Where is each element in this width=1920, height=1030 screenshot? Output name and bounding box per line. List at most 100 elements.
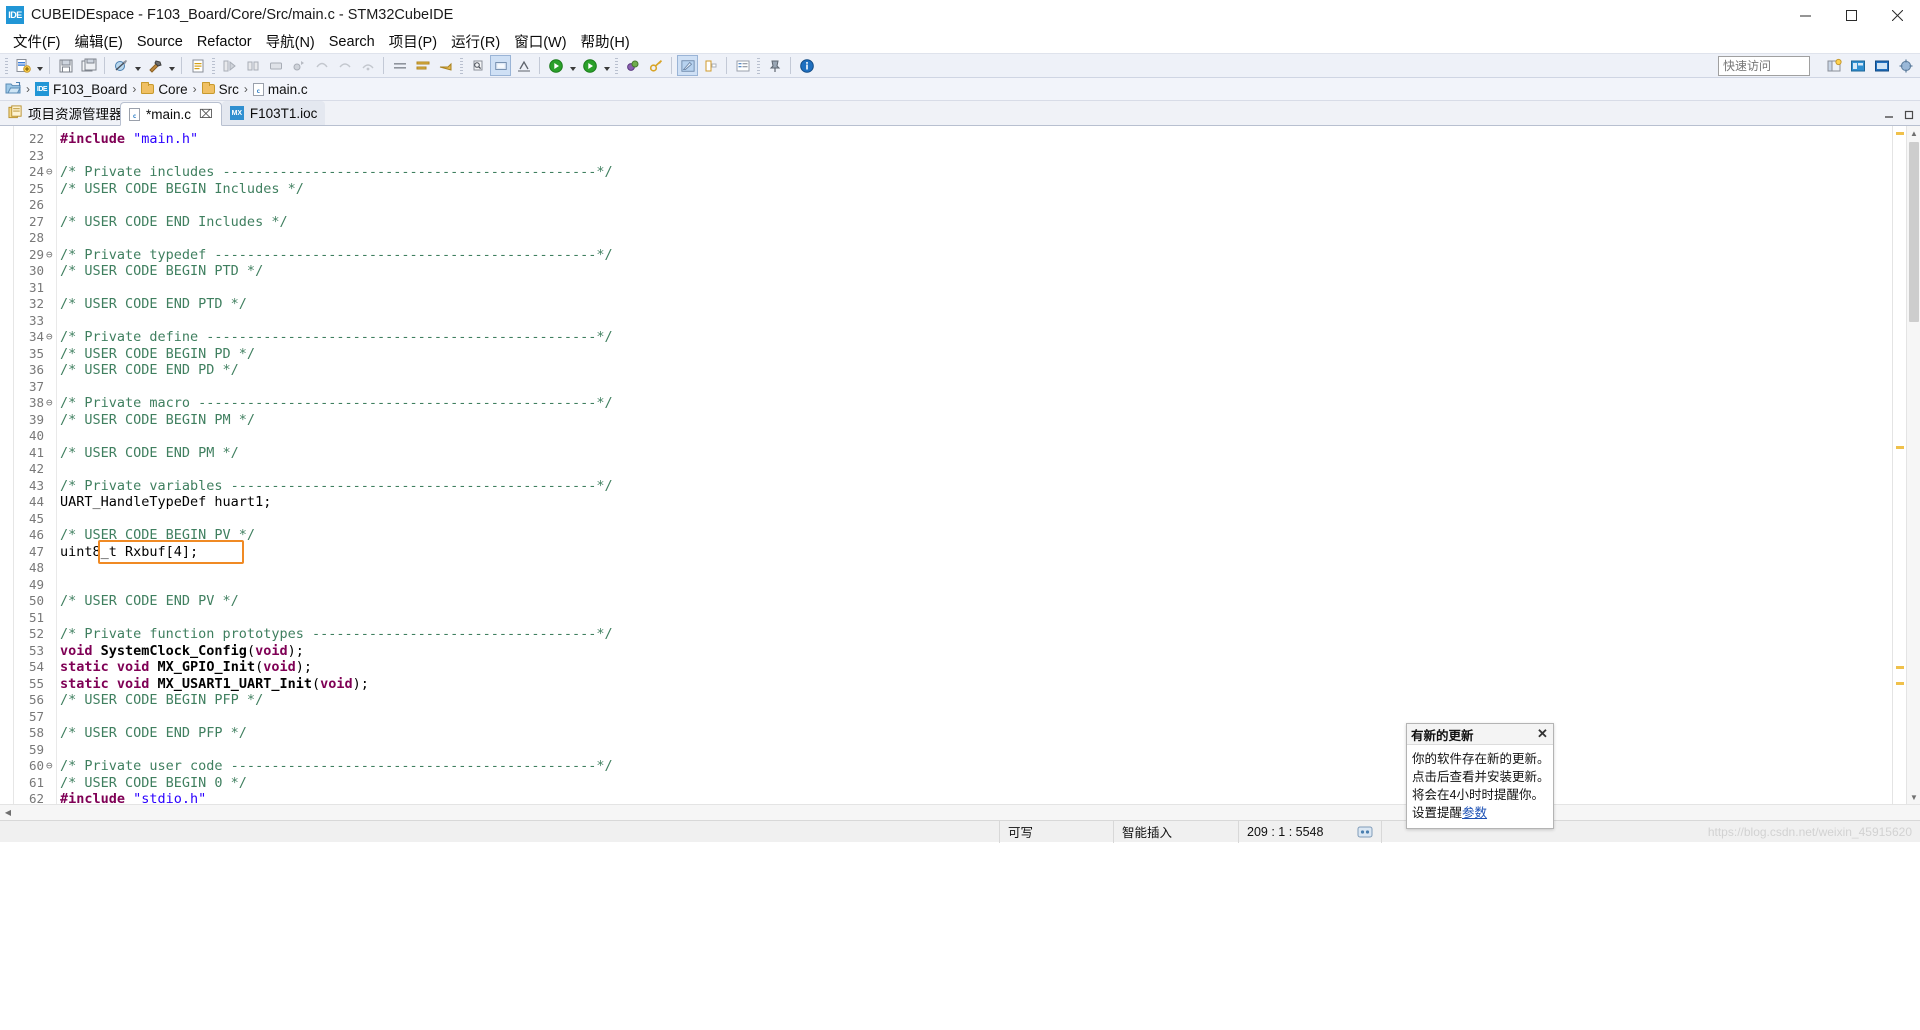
- menu-run[interactable]: 运行(R): [444, 29, 507, 54]
- build-all-icon[interactable]: [110, 55, 131, 76]
- code-line[interactable]: [60, 742, 1892, 759]
- debug-step-into-icon[interactable]: [219, 55, 240, 76]
- code-line[interactable]: [60, 560, 1892, 577]
- code-line[interactable]: static void MX_GPIO_Init(void);: [60, 659, 1892, 676]
- menu-edit[interactable]: 编辑(E): [68, 29, 130, 54]
- cubemx-perspective-icon[interactable]: [677, 55, 698, 76]
- update-notification-popup[interactable]: 有新的更新 ✕ 你的软件存在新的更新。 点击后查看并安装更新。 将会在4小时时提…: [1406, 723, 1554, 829]
- code-line[interactable]: /* USER CODE BEGIN Includes */: [60, 181, 1892, 198]
- code-line[interactable]: [60, 577, 1892, 594]
- menu-navigate[interactable]: 导航(N): [259, 29, 322, 54]
- code-line[interactable]: [60, 313, 1892, 330]
- code-line[interactable]: [60, 511, 1892, 528]
- open-type-icon[interactable]: [435, 55, 456, 76]
- breadcrumb-item-file[interactable]: c main.c: [252, 82, 308, 97]
- format-icon[interactable]: [412, 55, 433, 76]
- breakpoint-toggle-icon[interactable]: [288, 55, 309, 76]
- perspective-cubemx-icon[interactable]: [1847, 56, 1868, 76]
- code-line[interactable]: [60, 197, 1892, 214]
- quick-access-input[interactable]: [1718, 56, 1810, 76]
- fold-marker[interactable]: ⊖: [46, 247, 56, 264]
- pin-editor-icon[interactable]: [764, 55, 785, 76]
- code-line[interactable]: /* Private macro -----------------------…: [60, 395, 1892, 412]
- code-line[interactable]: static void MX_USART1_UART_Init(void);: [60, 676, 1892, 693]
- overview-ruler[interactable]: [1892, 126, 1906, 804]
- code-line[interactable]: /* Private typedef ---------------------…: [60, 247, 1892, 264]
- breadcrumb-item-src[interactable]: Src: [201, 82, 239, 97]
- key-icon[interactable]: [645, 55, 666, 76]
- debug-step-return-icon[interactable]: [265, 55, 286, 76]
- outline-view-icon[interactable]: [732, 55, 753, 76]
- open-perspective-icon[interactable]: [1823, 56, 1844, 76]
- code-line[interactable]: [60, 230, 1892, 247]
- menu-help[interactable]: 帮助(H): [574, 29, 637, 54]
- debug-icon[interactable]: [579, 55, 600, 76]
- editor-vertical-scrollbar[interactable]: ▲ ▼: [1906, 126, 1920, 804]
- search-icon[interactable]: [467, 55, 488, 76]
- build-dropdown-icon[interactable]: [132, 55, 143, 76]
- menu-window[interactable]: 窗口(W): [507, 29, 573, 54]
- device-config-icon[interactable]: [700, 55, 721, 76]
- code-editor[interactable]: 22 23 24 25 26 27 28 29 30 31 32 33 34 35 36 37 38 39 40 41…: [0, 126, 1920, 823]
- debug-step-over-icon[interactable]: [242, 55, 263, 76]
- code-line[interactable]: #include "stdio.h": [60, 791, 1892, 804]
- toolbar-grip[interactable]: [212, 57, 215, 74]
- code-line[interactable]: /* Private variables -------------------…: [60, 478, 1892, 495]
- minimize-button[interactable]: [1782, 0, 1828, 30]
- code-line[interactable]: /* USER CODE BEGIN PFP */: [60, 692, 1892, 709]
- code-line[interactable]: #include "main.h": [60, 131, 1892, 148]
- show-whitespace-icon[interactable]: [513, 55, 534, 76]
- fold-marker[interactable]: ⊖: [46, 329, 56, 346]
- info-icon[interactable]: [796, 55, 817, 76]
- close-icon[interactable]: ⌧: [199, 107, 213, 121]
- terminate-icon[interactable]: [357, 55, 378, 76]
- code-line[interactable]: /* USER CODE BEGIN 0 */: [60, 775, 1892, 792]
- run-icon[interactable]: [545, 55, 566, 76]
- save-all-icon[interactable]: [78, 55, 99, 76]
- code-folding-column[interactable]: ⊖ ⊖ ⊖ ⊖ ⊖: [46, 126, 56, 804]
- menu-refactor[interactable]: Refactor: [190, 32, 259, 52]
- close-icon[interactable]: ✕: [1535, 726, 1550, 741]
- debug-dropdown-icon[interactable]: [601, 55, 612, 76]
- hammer-build-icon[interactable]: [144, 55, 165, 76]
- maximize-button[interactable]: [1828, 0, 1874, 30]
- minimize-editor-icon[interactable]: [1882, 108, 1896, 122]
- code-line[interactable]: /* USER CODE END PM */: [60, 445, 1892, 462]
- code-line[interactable]: [60, 280, 1892, 297]
- fold-marker[interactable]: ⊖: [46, 758, 56, 775]
- code-line[interactable]: [60, 461, 1892, 478]
- code-line[interactable]: [60, 428, 1892, 445]
- editor-horizontal-scrollbar[interactable]: ◀: [0, 804, 1920, 820]
- save-icon[interactable]: [55, 55, 76, 76]
- code-line[interactable]: void SystemClock_Config(void);: [60, 643, 1892, 660]
- hammer-dropdown-icon[interactable]: [166, 55, 177, 76]
- perspective-cdt-icon[interactable]: [1871, 56, 1892, 76]
- breadcrumb-item-project[interactable]: IDE F103_Board: [35, 82, 127, 97]
- code-line[interactable]: /* USER CODE END PFP */: [60, 725, 1892, 742]
- code-line[interactable]: /* USER CODE BEGIN PD */: [60, 346, 1892, 363]
- suspend-icon[interactable]: [334, 55, 355, 76]
- code-line[interactable]: /* USER CODE END PV */: [60, 593, 1892, 610]
- project-root-icon[interactable]: [5, 81, 21, 98]
- menu-search[interactable]: Search: [322, 32, 382, 52]
- code-line[interactable]: /* USER CODE END PD */: [60, 362, 1892, 379]
- code-line[interactable]: /* Private define ----------------------…: [60, 329, 1892, 346]
- new-file-dropdown-icon[interactable]: [34, 55, 45, 76]
- code-line[interactable]: /* Private function prototypes ---------…: [60, 626, 1892, 643]
- code-line[interactable]: [60, 148, 1892, 165]
- editor-marker-gutter[interactable]: [0, 126, 14, 804]
- code-line[interactable]: UART_HandleTypeDef huart1;: [60, 494, 1892, 511]
- toggle-comment-icon[interactable]: [389, 55, 410, 76]
- perspective-debug-icon[interactable]: [1895, 56, 1916, 76]
- menu-file[interactable]: 文件(F): [6, 29, 68, 54]
- toolbar-grip[interactable]: [757, 57, 760, 74]
- scroll-down-icon[interactable]: ▼: [1907, 790, 1920, 804]
- scroll-left-icon[interactable]: ◀: [0, 805, 16, 821]
- new-c-file-icon[interactable]: [187, 55, 208, 76]
- code-line[interactable]: [60, 709, 1892, 726]
- run-dropdown-icon[interactable]: [567, 55, 578, 76]
- code-line[interactable]: [60, 379, 1892, 396]
- new-file-icon[interactable]: [12, 55, 33, 76]
- resume-icon[interactable]: [311, 55, 332, 76]
- scrollbar-thumb[interactable]: [1909, 142, 1919, 322]
